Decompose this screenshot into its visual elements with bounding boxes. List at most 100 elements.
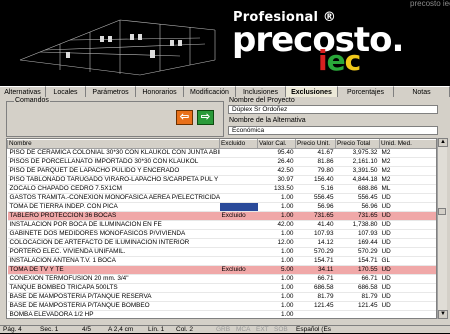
cell-total[interactable]: 4,844.18: [335, 175, 380, 185]
column-header[interactable]: Precio Unit.: [295, 139, 336, 149]
tab-honorarios[interactable]: Honorarios: [136, 86, 184, 97]
cell-name[interactable]: INSTALACION POR BOCA DE ILUMINACION EN F…: [7, 220, 220, 230]
cell-unit[interactable]: GL: [379, 256, 436, 266]
table-row[interactable]: BASE DE MAMPOSTERIA P/TANQUE BOMBEO 1.00 1…: [7, 301, 436, 311]
column-header[interactable]: Unid. Med.: [379, 139, 436, 149]
cell-qty[interactable]: 1.00: [257, 247, 296, 257]
cell-unit[interactable]: UD: [379, 238, 436, 248]
cell-total[interactable]: [335, 310, 380, 318]
cell-name[interactable]: PISO DE PARQUET DE LAPACHO PULIDO Y ENCE…: [7, 166, 220, 176]
cell-unit[interactable]: ML: [379, 184, 436, 194]
cell-name[interactable]: GASTOS TRAMITA.-CONEXIÓN MONOFASICA AERE…: [7, 193, 220, 203]
cell-total[interactable]: 570.29: [335, 247, 380, 257]
cell-excluded[interactable]: [219, 148, 258, 158]
table-row[interactable]: GASTOS TRAMITA.-CONEXIÓN MONOFASICA AERE…: [7, 193, 436, 203]
cell-name[interactable]: BOMBA ELEVADORA 1/2 HP: [7, 310, 220, 318]
cell-qty[interactable]: 1.00: [257, 193, 296, 203]
table-row[interactable]: GABINETE DOS MEDIDORES MONOFÁSICOS P/VIV…: [7, 229, 436, 239]
cell-qty[interactable]: 1.00: [257, 211, 296, 221]
cell-unit-price[interactable]: [295, 310, 336, 318]
cell-name[interactable]: CONEXIÓN TERMOFUSIÓN 20 mm. 3/4": [7, 274, 220, 284]
cell-unit[interactable]: UD: [379, 292, 436, 302]
cell-excluded[interactable]: [219, 157, 258, 167]
cell-total[interactable]: 170.55: [335, 265, 380, 275]
cell-excluded[interactable]: [219, 301, 258, 311]
cell-unit[interactable]: UD: [379, 301, 436, 311]
cell-name[interactable]: PISO TABLONADO TARUGADO VIRARÓ-LAPACHO S…: [7, 175, 220, 185]
cell-name[interactable]: ZÓCALO CHAPADO CEDRO 7.5X1CM: [7, 184, 220, 194]
cell-unit[interactable]: UD: [379, 211, 436, 221]
cell-unit[interactable]: M2: [379, 175, 436, 185]
cell-qty[interactable]: 26.40: [257, 157, 296, 167]
table-row[interactable]: BASE DE MAMPOSTERIA P/TANQUE RESERVA 1.00…: [7, 292, 436, 302]
cell-total[interactable]: 2,161.10: [335, 157, 380, 167]
table-row[interactable]: CONEXIÓN TERMOFUSIÓN 20 mm. 3/4" 1.00 66.7…: [7, 274, 436, 284]
table-row[interactable]: PISOS DE PORCELLANATO IMPORTADO 30*30 CO…: [7, 157, 436, 167]
cell-unit[interactable]: M2: [379, 166, 436, 176]
table-row[interactable]: ZÓCALO CHAPADO CEDRO 7.5X1CM 133.50 5.16 68…: [7, 184, 436, 194]
cell-qty[interactable]: 1.00: [257, 310, 296, 318]
cell-unit-price[interactable]: 66.71: [295, 274, 336, 284]
tab-modificaci-n[interactable]: Modificación: [184, 86, 236, 97]
cell-unit[interactable]: UD: [379, 274, 436, 284]
cell-total[interactable]: 66.71: [335, 274, 380, 284]
cell-unit[interactable]: UD: [379, 265, 436, 275]
cell-unit-price[interactable]: 81.86: [295, 157, 336, 167]
cell-excluded[interactable]: Excluido: [219, 265, 258, 275]
cell-excluded[interactable]: [219, 292, 258, 302]
cell-name[interactable]: GABINETE DOS MEDIDORES MONOFÁSICOS P/VIV…: [7, 229, 220, 239]
arrow-right-icon[interactable]: ⇨: [197, 110, 214, 125]
cell-unit-price[interactable]: 56.96: [295, 202, 336, 212]
cell-name[interactable]: TOMA DE TIERRA INDEP. CON PICA: [7, 202, 220, 212]
cell-total[interactable]: 731.65: [335, 211, 380, 221]
vertical-scrollbar[interactable]: ▲ ▼: [437, 138, 448, 319]
cell-unit-price[interactable]: 5.16: [295, 184, 336, 194]
cell-total[interactable]: 556.45: [335, 193, 380, 203]
project-name-field[interactable]: Dúplex Sr Ordoñez: [228, 105, 438, 114]
cell-unit[interactable]: UD: [379, 193, 436, 203]
cell-qty[interactable]: 1.00: [257, 301, 296, 311]
cell-unit[interactable]: UD: [379, 220, 436, 230]
cell-excluded[interactable]: [219, 274, 258, 284]
scrollbar-thumb[interactable]: [438, 208, 446, 215]
tab-locales[interactable]: Locales: [46, 86, 86, 97]
cell-excluded[interactable]: [219, 193, 258, 203]
cell-unit-price[interactable]: 81.79: [295, 292, 336, 302]
cell-name[interactable]: COLOCACION DE ARTEFACTO DE ILUMINACION I…: [7, 238, 220, 248]
cell-total[interactable]: 3,391.50: [335, 166, 380, 176]
tab-par-metros[interactable]: Parámetros: [86, 86, 136, 97]
cell-unit-price[interactable]: 34.11: [295, 265, 336, 275]
cell-unit-price[interactable]: 156.40: [295, 175, 336, 185]
table-row[interactable]: TABLERO PROTECCION 36 BOCAS Excluido 1.00 7…: [7, 211, 436, 221]
cell-unit-price[interactable]: 154.71: [295, 256, 336, 266]
cell-unit[interactable]: [379, 310, 436, 318]
cell-qty[interactable]: 42.50: [257, 166, 296, 176]
cell-total[interactable]: 154.71: [335, 256, 380, 266]
cell-excluded[interactable]: [219, 310, 258, 318]
cell-unit[interactable]: M2: [379, 148, 436, 158]
cell-unit-price[interactable]: 107.93: [295, 229, 336, 239]
cell-total[interactable]: 688.86: [335, 184, 380, 194]
cell-unit[interactable]: UD: [379, 283, 436, 293]
cell-excluded[interactable]: [219, 184, 258, 194]
scroll-down-icon[interactable]: ▼: [438, 310, 448, 319]
cell-name[interactable]: TANQUE BOMBEO TRICAPA 500LTS: [7, 283, 220, 293]
cell-qty[interactable]: 133.50: [257, 184, 296, 194]
table-row[interactable]: INSTALACION POR BOCA DE ILUMINACION EN F…: [7, 220, 436, 230]
cell-excluded[interactable]: [219, 220, 258, 230]
cell-qty[interactable]: 42.00: [257, 220, 296, 230]
cell-excluded[interactable]: [219, 229, 258, 239]
cell-name[interactable]: PISOS DE PORCELLANATO IMPORTADO 30*30 CO…: [7, 157, 220, 167]
cell-excluded[interactable]: [219, 256, 258, 266]
cell-name[interactable]: TOMA DE TV Y TE: [7, 265, 220, 275]
table-row[interactable]: BOMBA ELEVADORA 1/2 HP 1.00: [7, 310, 436, 318]
cell-name[interactable]: PISO DE CERÁMICA COLONIAL 30*30 CON KLAU…: [7, 148, 220, 158]
cell-unit[interactable]: M2: [379, 157, 436, 167]
cell-qty[interactable]: 1.00: [257, 229, 296, 239]
column-header[interactable]: Nombre: [7, 139, 220, 149]
cell-unit[interactable]: UD: [379, 202, 436, 212]
cell-excluded[interactable]: [219, 202, 258, 212]
column-header[interactable]: Valor Cal.: [257, 139, 296, 149]
cell-unit[interactable]: UD: [379, 229, 436, 239]
cell-qty[interactable]: 12.00: [257, 238, 296, 248]
